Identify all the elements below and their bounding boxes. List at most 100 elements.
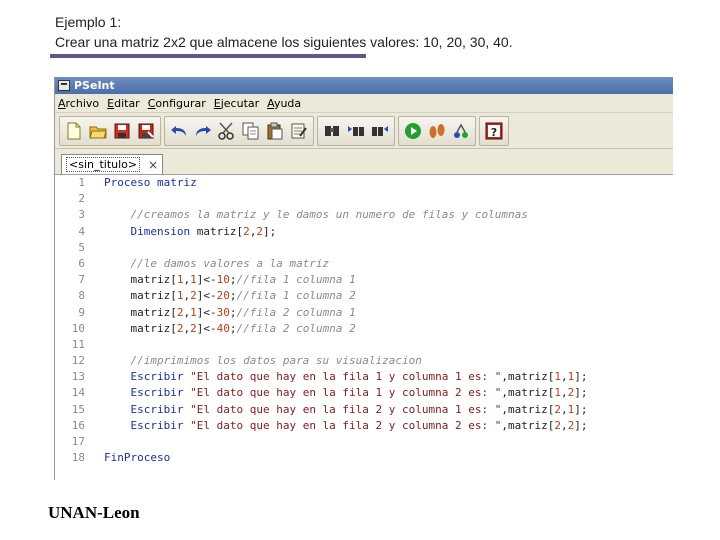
code-line: 13 Escribir "El dato que hay en la fila … [55,369,673,385]
code-token-kw: Dimension [130,224,191,238]
code-token-plain: ,matriz[ [501,370,555,384]
code-text: //le damos valores a la matriz [85,256,330,272]
code-token-cm: //fila 1 columna 2 [236,289,356,303]
close-icon[interactable]: × [148,158,158,172]
svg-text:?: ? [491,126,497,139]
code-line: 18 FinProceso [55,450,673,466]
line-number: 14 [71,386,85,400]
code-text: matriz[1,1]<-10;//fila 1 columna 1 [85,272,355,288]
code-line: 6 //le damos valores a la matriz [55,256,673,272]
menu-configurar[interactable]: Configurar [148,97,206,110]
save-icon[interactable] [111,119,133,143]
code-token-plain: matriz[ [190,224,244,238]
code-token-cm: //creamos la matriz y le damos un numero… [130,208,528,222]
code-token-cm: //imprimimos los datos para su visualiza… [130,354,422,368]
paste-icon[interactable] [264,119,286,143]
edit-icon[interactable] [288,119,310,143]
menu-ejecutar-mnemonic: E [213,96,221,110]
search-icon[interactable] [321,119,343,143]
code-token-str: "El dato que hay en la fila 1 y columna … [190,386,502,400]
code-token-plain: ]; [574,402,588,416]
subtitle-text-mid: que almacene los siguientes valores: [185,34,424,50]
line-number: 9 [78,305,85,319]
code-line: 14 Escribir "El dato que hay en la fila … [55,385,673,401]
line-number: 7 [78,273,85,287]
menu-ayuda-rest: yuda [273,96,302,110]
menu-ejecutar[interactable]: Ejecutar [214,97,259,110]
tab-bar: <sin_titulo> × [55,149,673,175]
help-icon[interactable]: ? [483,119,505,143]
undo-icon[interactable] [168,119,190,143]
code-text: Escribir "El dato que hay en la fila 1 y… [85,369,588,385]
menu-archivo[interactable]: Archivo [58,97,99,110]
code-token-cm: //fila 2 columna 1 [236,305,356,319]
cut-icon[interactable] [216,119,238,143]
search-next-icon[interactable] [369,119,391,143]
code-token-plain: ,matriz[ [501,418,555,432]
line-number: 1 [78,176,85,189]
accent-bar [50,54,366,58]
code-token-plain: matriz[ [104,305,177,319]
step-icon[interactable] [426,119,448,143]
code-token-plain: ]<- [196,289,217,303]
search-prev-icon[interactable] [345,119,367,143]
menu-archivo-rest: rchivo [65,96,100,110]
code-text: //imprimimos los datos para su visualiza… [85,353,422,369]
line-number: 15 [71,402,85,416]
code-line: 7 matriz[1,1]<-10;//fila 1 columna 1 [55,272,673,288]
new-file-icon[interactable] [63,119,85,143]
code-text: Proceso matriz [85,175,197,191]
code-token-plain: ]; [574,386,588,400]
line-number: 12 [71,354,85,368]
line-number: 8 [78,289,85,303]
window-titlebar[interactable]: PSeInt [55,77,673,94]
code-text: Dimension matriz[2,2]; [85,224,277,240]
window-title: PSeInt [74,79,115,92]
line-number: 6 [78,256,85,270]
code-token-num: 40 [216,321,230,335]
code-token-plain: ,matriz[ [501,402,555,416]
code-token-plain: , [560,370,568,384]
copy-icon[interactable] [240,119,262,143]
code-line: 17 [55,434,673,450]
tab-sin-titulo[interactable]: <sin_titulo> × [61,154,164,174]
line-number: 2 [78,192,85,206]
menu-editar[interactable]: Editar [107,97,140,110]
line-number: 16 [71,418,85,432]
code-token-plain: ]; [574,418,588,432]
menu-editar-rest: ditar [114,96,140,110]
redo-icon[interactable] [192,119,214,143]
code-line: 11 [55,337,673,353]
code-text: Escribir "El dato que hay en la fila 2 y… [85,418,588,434]
line-number: 4 [78,224,85,238]
tab-label: <sin_titulo> [66,157,141,172]
menu-archivo-mnemonic: A [58,96,66,110]
run-icon[interactable] [402,119,424,143]
code-token-plain: ]<- [196,321,217,335]
code-token-num: 1 [190,305,197,319]
code-token-plain: ]; [262,224,277,238]
open-folder-icon[interactable] [87,119,109,143]
save-as-icon[interactable] [135,119,157,143]
debug-icon[interactable] [450,119,472,143]
subtitle-values: 10, 20, 30, 40 [423,34,509,50]
code-token-num: 2 [243,224,250,238]
line-number: 5 [78,240,85,254]
toolbar-group-search [317,115,395,146]
line-number: 3 [78,208,85,222]
menu-ayuda[interactable]: Ayuda [267,97,301,110]
code-token-cm: //fila 2 columna 2 [236,321,356,335]
code-token-num: 2 [190,321,197,335]
subtitle-dimension: 2x2 [163,34,186,50]
code-token-num: 2 [190,289,197,303]
code-token-plain: ]<- [196,273,217,287]
code-token-num: 30 [216,305,230,319]
code-token-kw: Proceso matriz [104,176,197,189]
code-token-plain: , [560,418,568,432]
code-editor[interactable]: 1 Proceso matriz 2 3 //creamos la matriz y … [55,175,673,480]
